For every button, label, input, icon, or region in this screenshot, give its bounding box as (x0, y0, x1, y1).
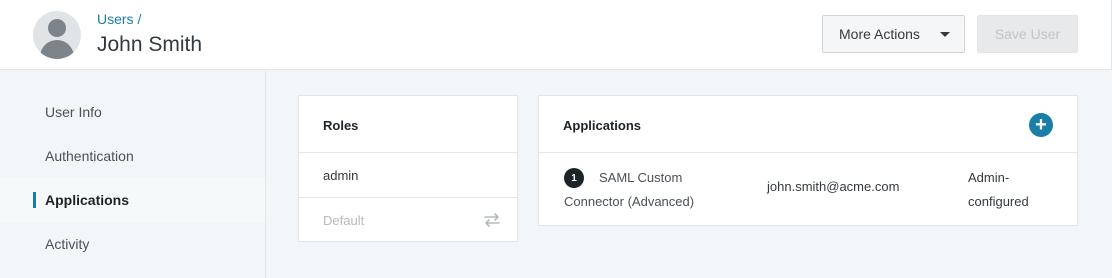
sidebar-item-label: Authentication (45, 148, 134, 164)
more-actions-button[interactable]: More Actions (822, 15, 965, 53)
sidebar-item-applications[interactable]: Applications (0, 178, 265, 222)
sidebar-item-user-info[interactable]: User Info (0, 90, 265, 134)
save-user-button[interactable]: Save User (977, 15, 1078, 53)
sidebar-item-activity[interactable]: Activity (0, 222, 265, 266)
application-name[interactable]: SAML Custom Connector (Advanced) (564, 166, 724, 214)
application-username: john.smith@acme.com (767, 179, 900, 194)
applications-card: Applications + SAML Custom Connector (Ad… (538, 95, 1078, 226)
sidebar-item-label: Activity (45, 236, 90, 252)
more-actions-label: More Actions (839, 26, 920, 42)
roles-title: Roles (323, 118, 359, 133)
sidebar-item-label: User Info (45, 104, 102, 120)
breadcrumb-users-link[interactable]: Users / (97, 11, 141, 27)
page-title: John Smith (97, 33, 203, 56)
roles-card-header: Roles (299, 96, 517, 153)
user-header: Users / John Smith More Actions Save Use… (0, 0, 1112, 70)
applications-card-header: Applications + (539, 96, 1077, 153)
application-number-badge: 1 (564, 168, 584, 188)
avatar (33, 11, 81, 59)
role-label: Default (323, 213, 365, 228)
plus-icon: + (1035, 114, 1047, 136)
active-indicator (33, 192, 36, 208)
application-assignment-type: Admin-configured (968, 170, 1029, 209)
add-application-button[interactable]: + (1029, 113, 1053, 137)
swap-icon[interactable] (483, 212, 501, 228)
roles-card: Roles admin Default (298, 95, 518, 242)
sidebar-item-authentication[interactable]: Authentication (0, 134, 265, 178)
applications-title: Applications (563, 118, 642, 133)
caret-down-icon (940, 32, 950, 37)
sidebar: User Info Authentication Applications Ac… (0, 71, 266, 278)
role-item-admin: admin (299, 153, 517, 198)
sidebar-item-label: Applications (45, 192, 130, 208)
role-label: admin (323, 167, 359, 183)
role-item-default: Default (299, 198, 517, 243)
